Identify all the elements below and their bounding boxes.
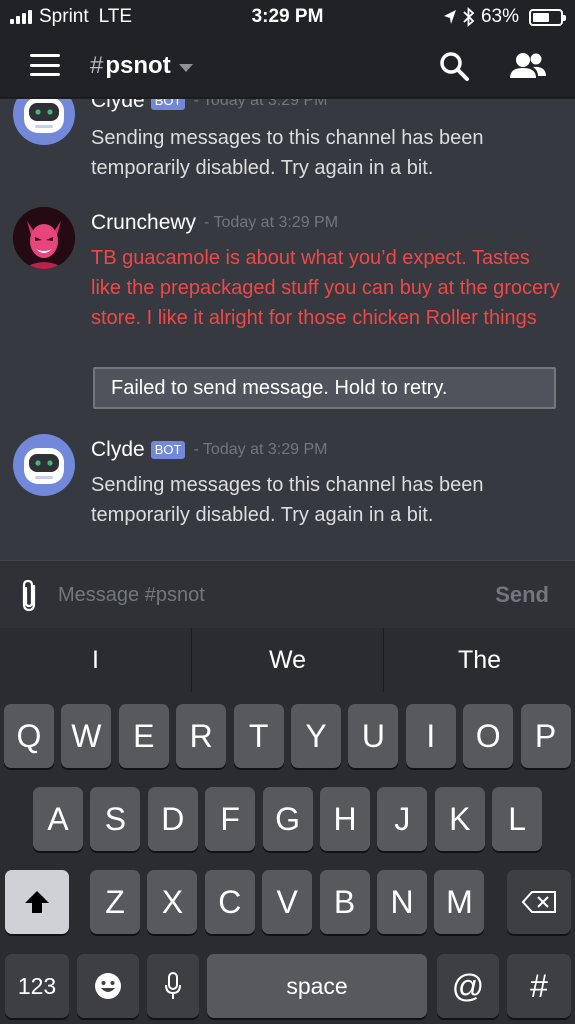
shift-key[interactable]	[5, 870, 69, 934]
status-indicators: 63%	[443, 6, 566, 28]
key-d[interactable]: D	[147, 787, 198, 851]
message-list[interactable]: Clyde BOT - Today at 3:29 PM Sending mes…	[0, 99, 575, 560]
send-button[interactable]: Send	[495, 582, 549, 608]
author-name[interactable]: Clyde	[91, 99, 145, 113]
chevron-down-icon	[178, 63, 193, 72]
robot-icon	[24, 448, 64, 484]
message-header: Clyde BOT - Today at 3:29 PM	[91, 438, 327, 462]
battery-percent: 63%	[480, 6, 519, 27]
battery-icon	[529, 8, 566, 26]
message-item[interactable]: Clyde BOT - Today at 3:29 PM Sending mes…	[0, 99, 575, 195]
battery-fill	[533, 12, 550, 22]
channel-header: # psnot	[0, 34, 575, 98]
key-b[interactable]: B	[319, 870, 370, 934]
bot-badge: BOT	[150, 441, 186, 459]
message-header: Clyde BOT - Today at 3:29 PM	[91, 99, 327, 113]
suggestion-item[interactable]: The	[384, 628, 575, 692]
channel-hash: #	[90, 52, 104, 79]
discord-chat-screen: Sprint LTE 3:29 PM 63% # psnot Clyde BOT…	[0, 0, 575, 1024]
at-key[interactable]: @	[437, 954, 499, 1018]
key-o[interactable]: O	[463, 704, 514, 768]
shift-arrow-icon	[25, 891, 49, 913]
key-n[interactable]: N	[377, 870, 427, 934]
microphone-icon	[165, 972, 181, 999]
failed-message-text: TB guacamole is about what you’d expect.…	[91, 247, 560, 329]
hash-key[interactable]: #	[507, 954, 571, 1018]
bluetooth-icon	[463, 7, 475, 27]
key-k[interactable]: K	[434, 787, 485, 851]
retry-send-button[interactable]: Failed to send message. Hold to retry.	[93, 367, 556, 409]
search-icon[interactable]	[438, 50, 470, 82]
key-e[interactable]: E	[118, 704, 169, 768]
crunchewy-avatar[interactable]	[13, 207, 75, 269]
key-j[interactable]: J	[377, 787, 428, 851]
suggestion-item[interactable]: We	[192, 628, 384, 692]
delete-icon	[521, 891, 556, 913]
key-q[interactable]: Q	[4, 704, 54, 768]
key-p[interactable]: P	[520, 704, 571, 768]
message-header: Crunchewy - Today at 3:29 PM	[91, 211, 338, 235]
key-g[interactable]: G	[262, 787, 313, 851]
bot-badge: BOT	[150, 99, 186, 110]
backspace-key[interactable]	[507, 870, 571, 934]
devil-avatar-icon	[13, 207, 75, 269]
space-key[interactable]: space	[207, 954, 427, 1018]
key-i[interactable]: I	[405, 704, 456, 768]
key-w[interactable]: W	[61, 704, 112, 768]
message-timestamp: - Today at 3:29 PM	[193, 441, 328, 458]
key-f[interactable]: F	[205, 787, 256, 851]
predictive-suggestions: I We The	[0, 628, 575, 692]
robot-icon	[24, 99, 64, 133]
emoji-key[interactable]	[77, 954, 139, 1018]
key-l[interactable]: L	[492, 787, 543, 851]
key-u[interactable]: U	[348, 704, 399, 768]
channel-name: psnot	[105, 52, 171, 79]
key-h[interactable]: H	[320, 787, 370, 851]
numbers-key[interactable]: 123	[5, 954, 69, 1018]
key-v[interactable]: V	[262, 870, 313, 934]
clyde-avatar[interactable]	[13, 434, 75, 496]
message-text: Sending messages to this channel has bee…	[91, 127, 484, 179]
key-t[interactable]: T	[233, 704, 284, 768]
key-z[interactable]: Z	[90, 870, 140, 934]
key-r[interactable]: R	[176, 704, 227, 768]
key-m[interactable]: M	[434, 870, 485, 934]
key-s[interactable]: S	[90, 787, 141, 851]
dictation-key[interactable]	[147, 954, 199, 1018]
message-input[interactable]	[58, 579, 478, 611]
message-item[interactable]: Clyde BOT - Today at 3:29 PM Sending mes…	[0, 432, 575, 542]
keyboard: 123 space @ # QWERTYUIOP ASDFGHJKL ZXCVBNM	[0, 692, 575, 1024]
attachment-icon[interactable]	[18, 578, 42, 614]
key-y[interactable]: Y	[291, 704, 341, 768]
key-a[interactable]: A	[33, 787, 83, 851]
message-item[interactable]: Crunchewy - Today at 3:29 PM TB guacamol…	[0, 205, 575, 425]
message-composer: Send	[0, 560, 575, 628]
key-c[interactable]: C	[204, 870, 255, 934]
members-icon[interactable]	[508, 50, 548, 82]
channel-title[interactable]: # psnot	[90, 52, 193, 80]
menu-icon[interactable]	[30, 54, 60, 76]
location-arrow-icon	[443, 10, 456, 24]
message-timestamp: - Today at 3:29 PM	[193, 99, 328, 109]
message-timestamp: - Today at 3:29 PM	[204, 214, 339, 231]
author-name[interactable]: Crunchewy	[91, 211, 196, 235]
clyde-avatar[interactable]	[13, 99, 75, 145]
suggestion-item[interactable]: I	[0, 628, 192, 692]
author-name[interactable]: Clyde	[91, 438, 145, 462]
emoji-icon	[95, 973, 121, 999]
status-bar: Sprint LTE 3:29 PM 63%	[0, 0, 575, 34]
key-x[interactable]: X	[147, 870, 198, 934]
message-text: Sending messages to this channel has bee…	[91, 474, 484, 526]
